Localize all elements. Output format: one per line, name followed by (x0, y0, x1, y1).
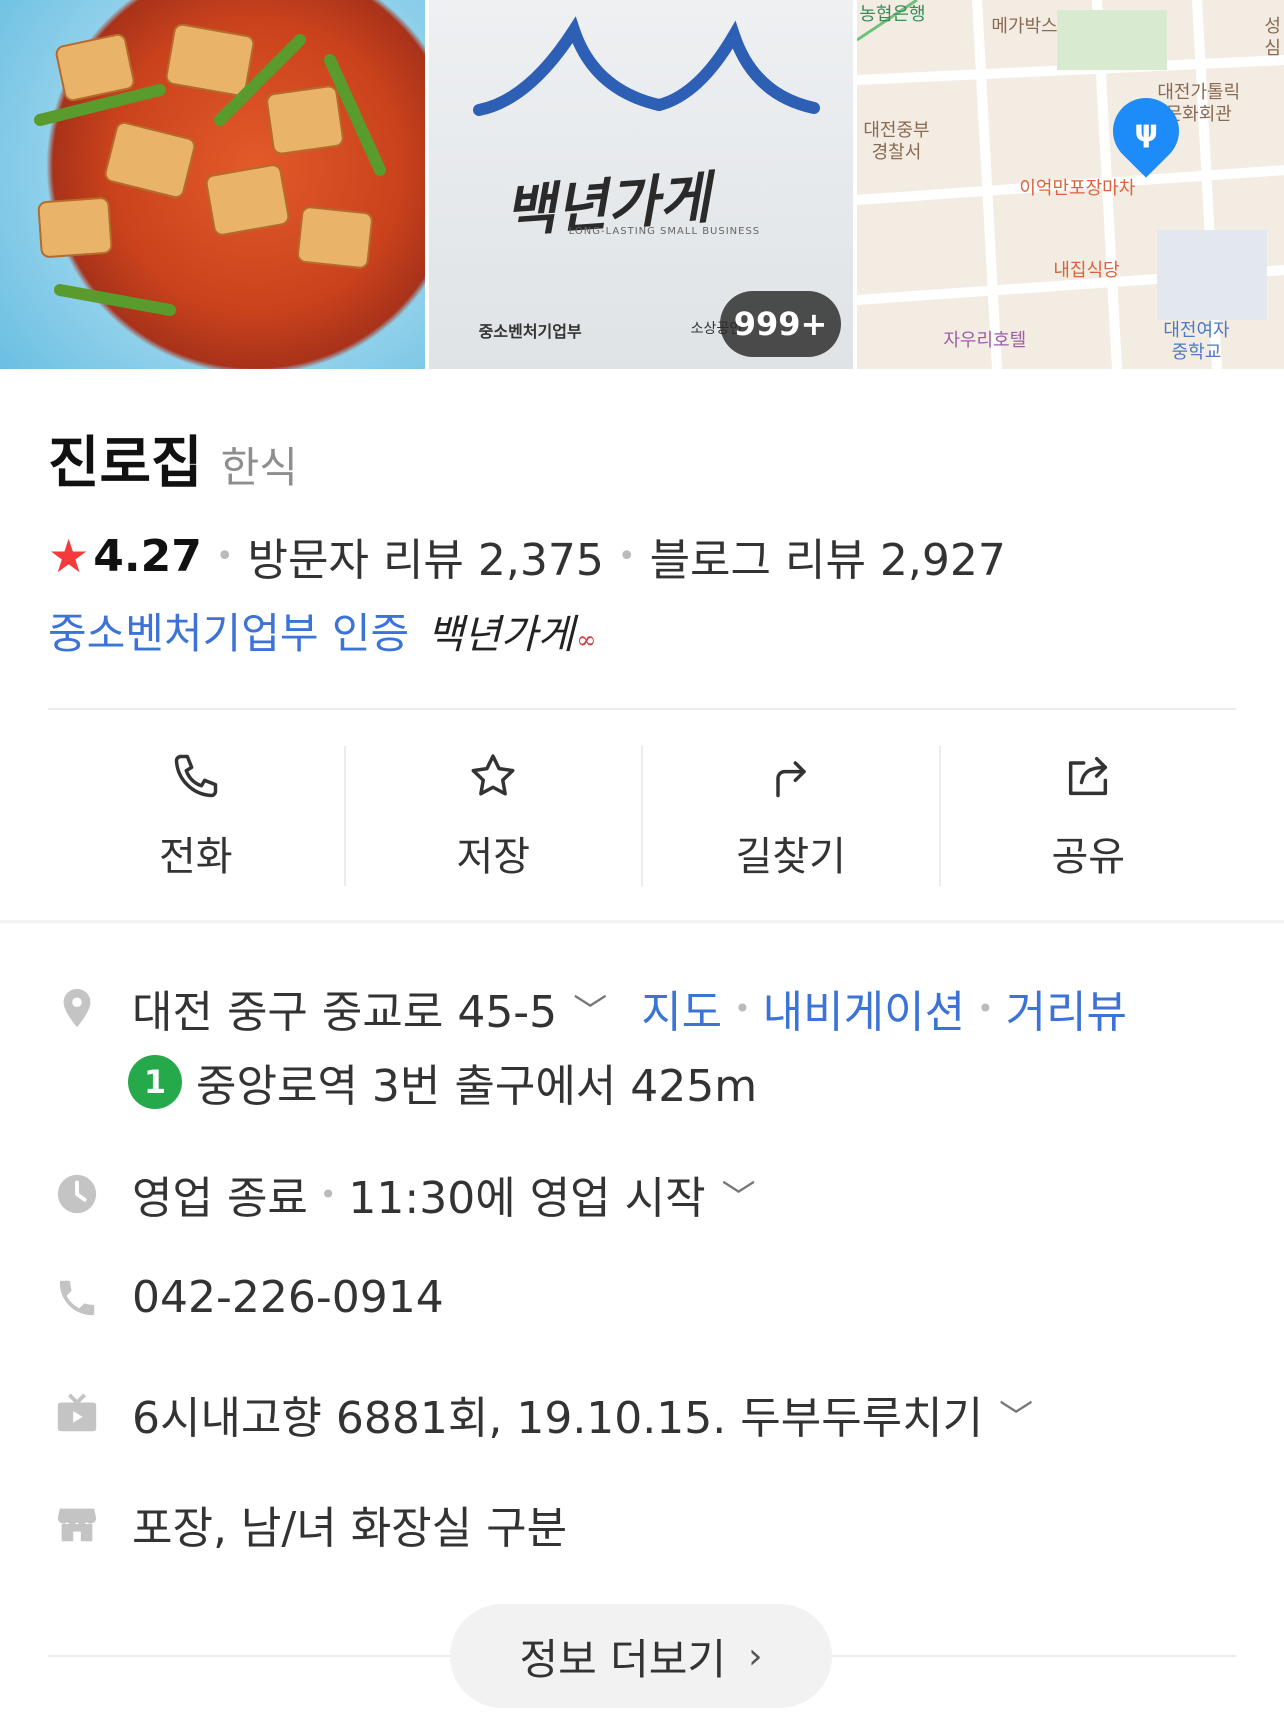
call-label: 전화 (158, 834, 233, 880)
place-category: 한식 (220, 443, 298, 492)
address-row: 대전 중구 중교로 45-5 ﹀ 지도 • 내비게이션 • 거리뷰 (52, 976, 1127, 1040)
more-info-button[interactable]: 정보 더보기 › (450, 1604, 832, 1708)
place-title-row: 진로집 한식 (48, 418, 298, 499)
facilities-row: 포장, 남/녀 화장실 구분 (52, 1492, 567, 1556)
food-photo[interactable] (0, 0, 425, 369)
food-illustration (34, 23, 386, 316)
map-label-school: 대전여자 중학교 (1163, 320, 1230, 363)
tv-icon (52, 1389, 102, 1439)
phone-icon (170, 750, 222, 806)
address-text[interactable]: 대전 중구 중교로 45-5 (132, 976, 557, 1040)
sign-logo-mark (472, 16, 820, 116)
blog-reviews-link[interactable]: 블로그 리뷰 2,927 (650, 524, 1006, 588)
share-button[interactable]: 공유 (941, 746, 1237, 886)
directions-button[interactable]: 길찾기 (643, 746, 941, 886)
subway-text: 중앙로역 3번 출구에서 425m (196, 1061, 758, 1112)
tv-row[interactable]: 6시내고향 6881회, 19.10.15. 두부두루치기 ﹀ (52, 1382, 1033, 1446)
sign-ministry: 중소벤처기업부 (478, 322, 582, 341)
hours-status: 영업 종료 (132, 1173, 308, 1224)
signboard-photo[interactable]: 백년가게 LONG-LASTING SMALL BUSINESS 중소벤처기업부… (428, 0, 854, 369)
location-pin-icon (52, 983, 102, 1033)
hours-row[interactable]: 영업 종료 • 11:30에 영업 시작 ﹀ (52, 1162, 756, 1226)
separator-dot: • (977, 991, 994, 1025)
map-thumbnail[interactable]: 농협은행 메가박스 대전가톨릭 문화회관 대전중부 경찰서 이억만포장마차 내집… (857, 0, 1284, 369)
rating-star-icon: ★ (48, 529, 90, 583)
chevron-down-icon[interactable]: ﹀ (722, 1170, 756, 1219)
century-store-logo: 백년가게∞ (427, 602, 596, 660)
map-label-cinema: 메가박스 (991, 16, 1058, 37)
map-label-restaurant: 내집식당 (1053, 260, 1120, 281)
phone-number[interactable]: 042-226-0914 (132, 1272, 444, 1323)
visitor-reviews-link[interactable]: 방문자 리뷰 2,375 (248, 524, 604, 588)
share-label: 공유 (1051, 834, 1126, 880)
facilities-text: 포장, 남/녀 화장실 구분 (132, 1503, 568, 1554)
certification-row: 중소벤처기업부 인증 백년가게∞ (48, 600, 596, 661)
action-bar: 전화 저장 길찾기 공유 (48, 746, 1236, 886)
share-icon (1062, 750, 1114, 806)
phone-row[interactable]: 042-226-0914 (52, 1272, 444, 1323)
separator-dot: • (617, 538, 636, 574)
separator-dot: • (215, 538, 234, 574)
photo-strip: 백년가게 LONG-LASTING SMALL BUSINESS 중소벤처기업부… (0, 0, 1284, 369)
certification-link[interactable]: 중소벤처기업부 인증 (48, 600, 409, 661)
sign-subtitle: LONG-LASTING SMALL BUSINESS (568, 226, 761, 237)
rating-row: ★ 4.27 • 방문자 리뷰 2,375 • 블로그 리뷰 2,927 (48, 524, 1006, 588)
directions-label: 길찾기 (735, 834, 846, 880)
street-view-link[interactable]: 거리뷰 (1006, 976, 1127, 1040)
place-name: 진로집 (48, 431, 203, 496)
section-divider (0, 920, 1284, 923)
navigation-link[interactable]: 내비게이션 (763, 976, 965, 1040)
store-icon (52, 1499, 102, 1549)
clock-icon (52, 1169, 102, 1219)
rating-score: 4.27 (93, 530, 202, 582)
call-button[interactable]: 전화 (48, 746, 346, 886)
map-label-hotel: 자우리호텔 (943, 330, 1027, 351)
map-label-bank: 농협은행 (859, 4, 926, 25)
directions-icon (765, 750, 817, 806)
save-button[interactable]: 저장 (346, 746, 643, 886)
chevron-down-icon[interactable]: ﹀ (999, 1390, 1033, 1439)
subway-line-badge: 1 (128, 1055, 182, 1109)
photo-count-badge[interactable]: 999+ (719, 291, 842, 357)
chevron-right-icon: › (748, 1635, 763, 1677)
divider (48, 708, 1236, 710)
map-link[interactable]: 지도 (641, 976, 722, 1040)
chevron-down-icon[interactable]: ﹀ (573, 984, 607, 1033)
hours-next: 11:30에 영업 시작 (348, 1173, 706, 1224)
phone-filled-icon (52, 1273, 102, 1323)
map-label-edge: 성심 (1264, 16, 1281, 59)
separator-dot: • (319, 1177, 337, 1211)
century-store-mark-icon: ∞ (576, 625, 597, 654)
century-store-logo-text: 백년가게 (427, 611, 575, 658)
subway-row: 1 중앙로역 3번 출구에서 425m (128, 1050, 757, 1114)
map-label-police: 대전중부 경찰서 (863, 120, 930, 163)
separator-dot: • (734, 991, 751, 1025)
more-info-label: 정보 더보기 (519, 1634, 727, 1684)
save-label: 저장 (456, 834, 531, 880)
tv-appearance-text: 6시내고향 6881회, 19.10.15. 두부두루치기 (132, 1393, 984, 1444)
map-label-stall: 이억만포장마차 (1019, 178, 1136, 199)
star-outline-icon (467, 750, 519, 806)
